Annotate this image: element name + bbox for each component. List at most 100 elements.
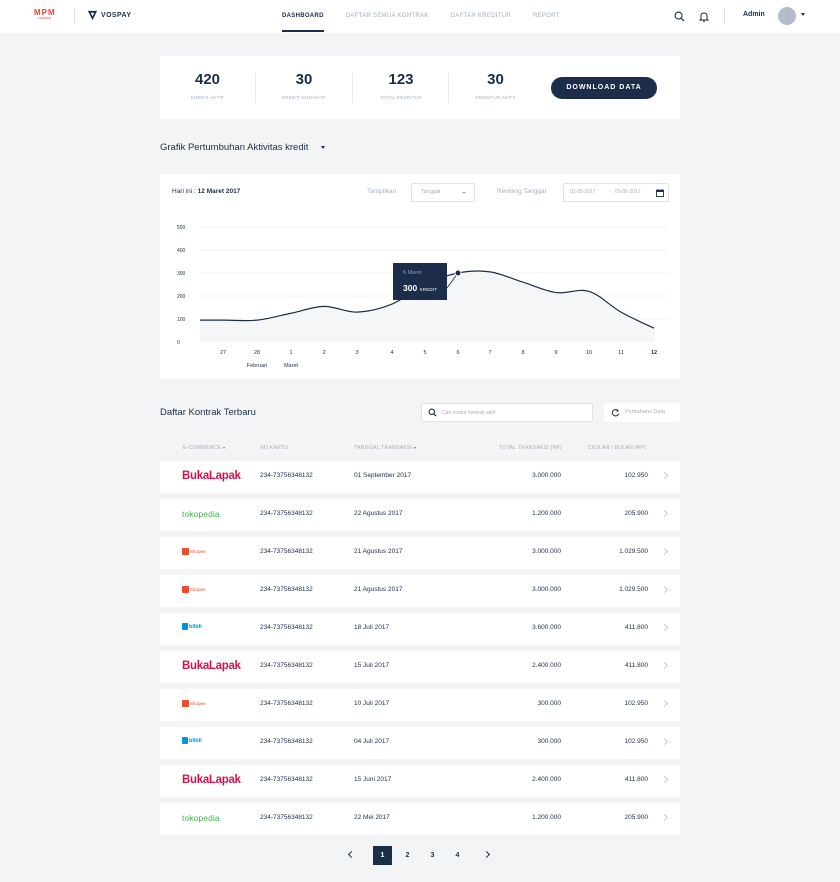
prev-page-arrow-icon[interactable]	[347, 850, 356, 859]
card-number: 234-73756348132	[260, 548, 313, 555]
page-1[interactable]: 1	[373, 846, 392, 865]
transaction-total: 2.400.000	[532, 776, 561, 783]
installment-amount: 102.950	[624, 738, 649, 745]
header-cicilan: CICILAN / BULAN (RP)	[587, 445, 646, 451]
transaction-total: 300.000	[537, 700, 562, 707]
installment-amount: 1.029.500	[619, 586, 648, 593]
chevron-right-icon[interactable]	[660, 699, 669, 708]
chevron-right-icon[interactable]	[660, 775, 669, 784]
page-4[interactable]: 4	[448, 846, 467, 865]
today-label: Hari ini : 12 Maret 2017	[172, 188, 241, 195]
stat-kreditur-aktif: 30 KREDITUR AKTIF	[475, 71, 516, 100]
card-number: 234-73756348132	[260, 472, 313, 479]
table-row[interactable]: tokopedia 234-73756348132 22 Mei 2017 1.200…	[160, 803, 680, 835]
chevron-down-icon[interactable]	[801, 13, 805, 16]
rentang-tanggal-label: Rentang Tanggal	[497, 188, 547, 195]
header-e-commerce[interactable]: E-COMMERCE	[183, 445, 226, 451]
bell-icon[interactable]	[699, 11, 709, 22]
bukalapak-logo: BukaLapak	[182, 470, 241, 482]
x-tick-label: 5	[423, 350, 426, 356]
installment-amount: 411.800	[624, 624, 648, 631]
x-tick-label: 27	[220, 350, 226, 356]
transaction-date: 21 Agustus 2017	[354, 548, 403, 555]
transaction-date: 22 Mei 2017	[354, 814, 390, 821]
chevron-down-icon[interactable]	[321, 146, 325, 149]
y-tick-label: 100	[177, 317, 186, 323]
chevron-right-icon[interactable]	[660, 623, 669, 632]
blibli-bag-icon	[182, 623, 188, 630]
search-icon[interactable]	[674, 11, 685, 22]
table-row[interactable]: BukaLapak 234-73756348132 15 Juli 2017 2.40…	[160, 651, 680, 683]
x-tick-label: 7	[488, 350, 491, 356]
x-tick-label: 11	[618, 350, 624, 356]
x-month-label: Maret	[284, 363, 299, 369]
menu-report[interactable]: REPORT	[533, 0, 560, 33]
table-row[interactable]: BukaLapak 234-73756348132 01 September 201…	[160, 461, 680, 493]
sort-caret-icon	[414, 446, 417, 449]
table-row[interactable]: Shopee 234-73756348132 10 Juli 2017 300.000…	[160, 689, 680, 721]
menu-daftar-kreditur[interactable]: DAFTAR KREDITUR	[451, 0, 511, 33]
x-tick-label: 10	[586, 350, 592, 356]
date-to[interactable]: 01-06-2017	[615, 189, 641, 195]
download-data-button[interactable]: DOWNLOAD DATA	[551, 77, 657, 99]
header-tanggal-transaksi[interactable]: TANGGAL TRANSAKSI	[354, 445, 417, 451]
table-row[interactable]: blibli 234-73756348132 18 Juli 2017 3.600.0…	[160, 613, 680, 645]
page-2[interactable]: 2	[398, 846, 417, 865]
table-row[interactable]: Shopee 234-73756348132 21 Agustus 2017 3.00…	[160, 575, 680, 607]
chart-section-title[interactable]: Grafik Pertumbuhan Aktivitas kredit	[160, 142, 308, 153]
shopee-bag-icon	[182, 586, 189, 593]
search-contract-box[interactable]	[421, 403, 593, 422]
card-number: 234-73756348132	[260, 738, 313, 745]
next-page-arrow-icon[interactable]	[482, 850, 491, 859]
nav-divider	[724, 9, 725, 23]
page-3[interactable]: 3	[423, 846, 442, 865]
table-row[interactable]: blibli 234-73756348132 04 Juli 2017 300.000…	[160, 727, 680, 759]
search-input[interactable]	[442, 406, 587, 419]
x-tick-label: 28	[254, 350, 260, 356]
mpm-logo[interactable]: MPM FINANCE	[34, 9, 62, 23]
refresh-data-button[interactable]: Perbaharui Data	[604, 403, 680, 422]
avatar[interactable]	[778, 7, 796, 25]
installment-amount: 102.950	[624, 700, 649, 707]
transaction-date: 22 Agustus 2017	[354, 510, 403, 517]
shopee-logo: Shopee	[182, 548, 206, 555]
blibli-logo: blibli	[182, 737, 202, 744]
vospay-logo[interactable]: VOSPAY	[87, 10, 131, 21]
chevron-right-icon[interactable]	[660, 813, 669, 822]
transaction-date: 15 Juni 2017	[354, 776, 392, 783]
bukalapak-logo: BukaLapak	[182, 774, 241, 786]
x-tick-label: 4	[390, 350, 393, 356]
transaction-total: 300.000	[537, 738, 562, 745]
x-tick-label: 2	[322, 350, 325, 356]
date-from[interactable]: 01-05-2017	[570, 189, 596, 195]
table-row[interactable]: Shopee 234-73756348132 21 Agustus 2017 3.00…	[160, 537, 680, 569]
y-tick-label: 0	[177, 340, 180, 346]
installment-amount: 411.800	[624, 776, 648, 783]
stat-kredit-aktif: 420 KREDIT AKTIF	[190, 71, 225, 100]
chevron-right-icon[interactable]	[660, 509, 669, 518]
tokopedia-logo: tokopedia	[182, 813, 220, 823]
stat-kredit-nonaktif: 30 KREDIT NONAKTIF	[281, 71, 327, 100]
x-month-label: Februari	[247, 363, 267, 369]
installment-amount: 205.900	[624, 510, 649, 517]
main-menu: DASHBOARD DAFTAR SEMUA KONTRAK DAFTAR KR…	[282, 0, 582, 33]
calendar-icon[interactable]	[656, 189, 664, 197]
y-tick-label: 500	[177, 225, 186, 231]
chevron-right-icon[interactable]	[660, 661, 669, 670]
chevron-right-icon[interactable]	[660, 547, 669, 556]
menu-dashboard[interactable]: DASHBOARD	[282, 0, 324, 33]
date-range-picker[interactable]: 01-05-2017 - 01-06-2017	[563, 183, 669, 202]
menu-daftar-semua-kontrak[interactable]: DAFTAR SEMUA KONTRAK	[346, 0, 429, 33]
transaction-date: 04 Juli 2017	[354, 738, 390, 745]
chevron-right-icon[interactable]	[660, 585, 669, 594]
user-name[interactable]: Admin	[743, 11, 765, 18]
tampilkan-select[interactable]: Tanggal	[411, 183, 475, 202]
highlight-point[interactable]	[454, 269, 462, 277]
chevron-right-icon[interactable]	[660, 737, 669, 746]
shopee-logo: Shopee	[182, 700, 206, 707]
table-row[interactable]: BukaLapak 234-73756348132 15 Juni 2017 2.40…	[160, 765, 680, 797]
table-row[interactable]: tokopedia 234-73756348132 22 Agustus 2017 1…	[160, 499, 680, 531]
card-number: 234-73756348132	[260, 586, 313, 593]
chevron-right-icon[interactable]	[660, 471, 669, 480]
x-tick-label: 12	[651, 350, 657, 356]
